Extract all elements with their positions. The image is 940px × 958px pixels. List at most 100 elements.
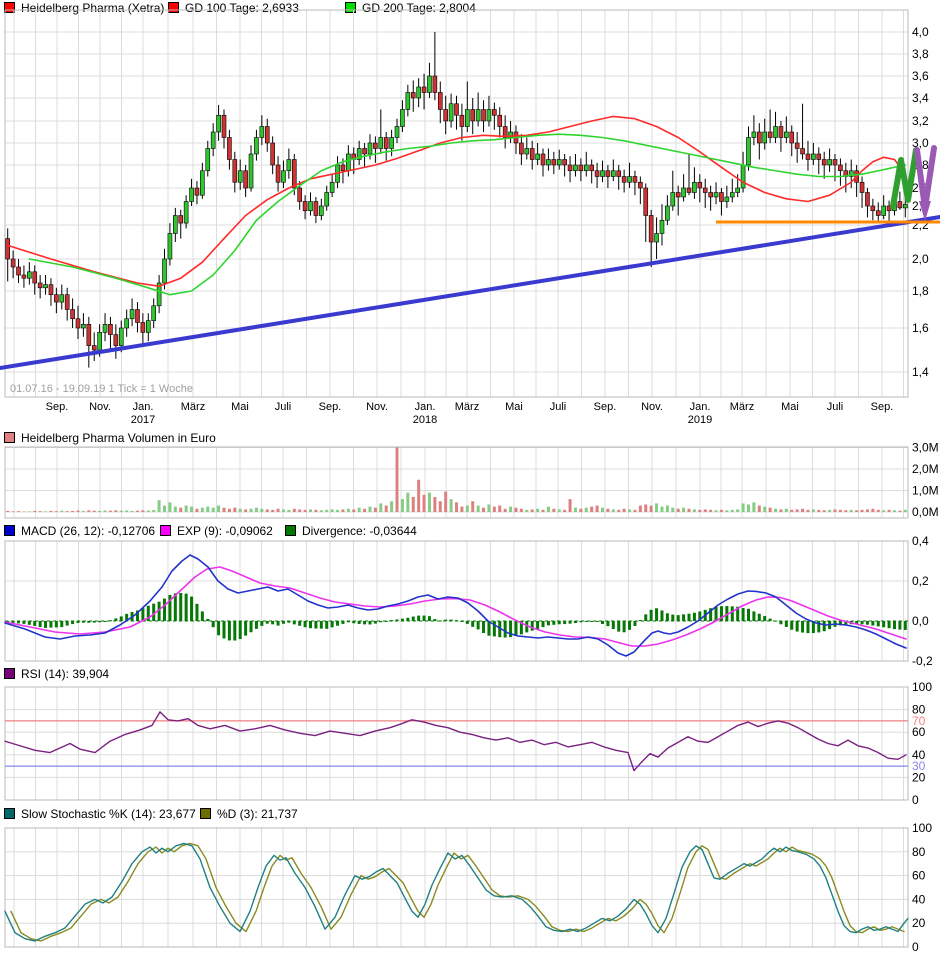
volume-bar <box>492 506 496 512</box>
volume-bar <box>400 499 404 512</box>
candlestick <box>665 205 670 221</box>
volume-bar <box>714 510 718 512</box>
macd-histogram-bar <box>865 621 869 625</box>
x-axis-label: Nov. <box>641 401 663 413</box>
candlestick <box>729 192 735 198</box>
candlestick <box>805 153 811 160</box>
volume-bar <box>152 510 156 512</box>
macd-histogram-bar <box>541 621 545 628</box>
volume-bar <box>498 505 502 512</box>
volume-y-axis-label: 1,0M <box>912 484 939 498</box>
candlestick <box>216 114 221 133</box>
candlestick <box>556 159 562 166</box>
candlestick <box>881 205 886 216</box>
macd-histogram-bar <box>427 616 431 621</box>
volume-bar <box>200 507 204 512</box>
volume-bar <box>157 500 161 512</box>
candlestick <box>346 153 351 172</box>
macd-histogram-bar <box>244 621 248 636</box>
candlestick <box>902 203 908 209</box>
candlestick <box>108 323 113 335</box>
volume-bar <box>336 509 340 512</box>
candlestick <box>540 153 546 166</box>
candlestick <box>746 137 751 166</box>
volume-bar <box>422 494 426 512</box>
macd-histogram-bar <box>27 621 31 625</box>
volume-bar <box>801 508 805 512</box>
volume-bar <box>665 505 669 512</box>
volume-bar <box>357 507 361 512</box>
candlestick <box>794 142 800 149</box>
macd-histogram-bar <box>330 621 334 628</box>
candlestick <box>189 187 194 202</box>
candlestick <box>5 238 11 260</box>
stoch-y-axis-label: 80 <box>912 845 926 859</box>
x-axis-label: Sep. <box>46 401 69 413</box>
volume-bar <box>692 509 696 512</box>
volume-bar <box>460 506 464 512</box>
candlestick <box>600 170 605 177</box>
macd-histogram-bar <box>676 615 680 621</box>
candlestick <box>432 75 438 93</box>
candlestick <box>162 258 167 284</box>
macd-histogram-bar <box>622 621 626 633</box>
volume-bar <box>71 510 75 512</box>
x-axis-label: Juli <box>827 401 844 413</box>
candlestick <box>632 176 638 183</box>
candlestick <box>37 282 43 289</box>
volume-bar <box>103 510 107 512</box>
candlestick <box>75 318 81 329</box>
x-axis-label: Mai <box>231 401 249 413</box>
macd-histogram-bar <box>195 603 199 621</box>
volume-bar <box>552 508 556 512</box>
x-axis-label: Nov. <box>89 401 111 413</box>
volume-bar <box>168 502 172 512</box>
volume-bar <box>509 506 513 512</box>
macd-histogram-bar <box>536 621 540 630</box>
x-axis-label: Sep. <box>871 401 894 413</box>
candlestick <box>551 159 557 166</box>
macd-histogram-bar <box>692 612 696 621</box>
volume-bar <box>163 505 167 512</box>
candlestick <box>145 320 151 333</box>
candlestick <box>10 258 16 268</box>
volume-bar <box>503 508 507 512</box>
candlestick <box>102 323 108 333</box>
macd-histogram-bar <box>822 621 826 632</box>
volume-bar <box>838 509 842 512</box>
volume-bar <box>860 509 864 512</box>
candlestick <box>535 153 540 160</box>
volume-bar <box>736 509 740 512</box>
volume-bar <box>319 510 323 512</box>
candlestick <box>21 274 27 279</box>
volume-bar <box>81 510 85 512</box>
rsi-y-axis-label: 20 <box>912 770 926 784</box>
volume-bar <box>849 509 853 512</box>
macd-histogram-bar <box>903 621 907 630</box>
macd-histogram-bar <box>790 621 794 630</box>
chart-canvas[interactable]: 4,03,83,63,43,23,02,82,62,42,22,01,81,61… <box>0 0 940 958</box>
candlestick <box>546 159 551 166</box>
volume-bar <box>330 509 334 512</box>
volume-bar <box>146 510 150 512</box>
macd-histogram-bar <box>368 621 372 625</box>
candlestick <box>821 159 827 166</box>
candlestick <box>589 164 594 172</box>
volume-bar <box>438 501 442 512</box>
macd-histogram-bar <box>325 621 329 629</box>
volume-bar <box>254 507 258 512</box>
candlestick <box>497 114 503 127</box>
panel-border <box>4 9 909 398</box>
macd-histogram-bar <box>222 621 226 639</box>
macd-histogram-bar <box>314 621 318 629</box>
candlestick <box>708 192 713 198</box>
volume-bar <box>600 507 604 512</box>
candlestick <box>286 159 292 172</box>
volume-bar <box>828 509 832 512</box>
candlestick <box>405 92 411 110</box>
macd-histogram-bar <box>179 592 183 621</box>
candlestick <box>259 126 265 138</box>
volume-bar <box>471 501 475 512</box>
candlestick <box>486 109 492 122</box>
candlestick <box>302 201 308 212</box>
